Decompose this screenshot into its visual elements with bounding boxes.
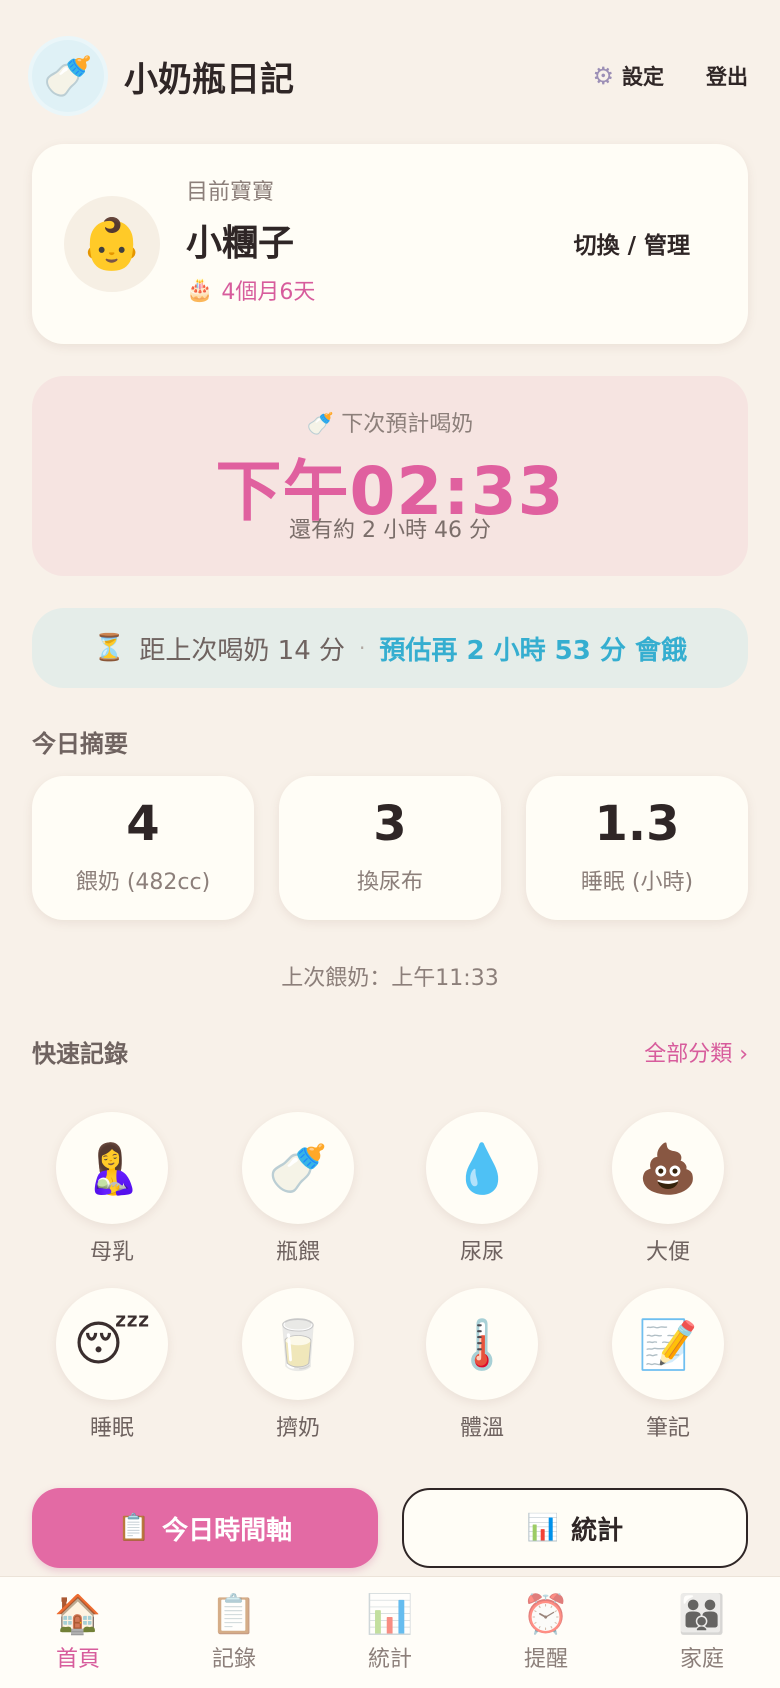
nav-label: 記錄: [211, 1647, 256, 1672]
app-title: 小奶瓶日記: [124, 59, 294, 100]
current-baby-label: 目前寶寶: [186, 180, 275, 205]
bottom-navigation: 🏠 首頁 📋 記錄 📊 統計 ⏰ 提醒 👪 家庭: [0, 1576, 780, 1688]
baby-age-text: 4個月6天: [221, 280, 316, 305]
current-baby-card: 👶 目前寶寶 小糰子 🎂 4個月6天 切換 / 管理: [32, 144, 748, 344]
baby-bottle-icon: 🍼: [242, 1112, 354, 1224]
stat-card-feeding[interactable]: 4 餵奶 (482cc): [32, 776, 254, 920]
quick-item-pee[interactable]: 💧 尿尿: [407, 1112, 557, 1266]
baby-bottle-icon: 🍼: [306, 412, 335, 437]
stats-label: 統計: [571, 1515, 624, 1546]
next-feed-remaining: 還有約 2 小時 46 分: [289, 518, 491, 543]
nav-label: 首頁: [55, 1647, 100, 1672]
quick-item-breastfeeding[interactable]: 🤱 母乳: [37, 1112, 187, 1266]
since-last-feed-bar: ⏳ 距上次喝奶 14 分 · 預估再 2 小時 53 分 會餓: [32, 608, 748, 688]
today-timeline-label: 今日時間軸: [162, 1515, 293, 1546]
clipboard-icon: 📋: [210, 1592, 258, 1636]
quick-item-label: 筆記: [645, 1416, 690, 1441]
nav-item-family[interactable]: 👪 家庭: [624, 1577, 780, 1688]
gear-icon: ⚙: [592, 62, 614, 90]
next-feed-label: 🍼 下次預計喝奶: [32, 406, 748, 438]
separator-dot: ·: [359, 636, 366, 660]
quick-item-label: 大便: [645, 1240, 690, 1265]
droplet-icon: 💧: [426, 1112, 538, 1224]
quick-item-note[interactable]: 📝 筆記: [593, 1288, 743, 1442]
stats-button[interactable]: 📊 統計: [402, 1488, 748, 1568]
quick-item-label: 尿尿: [459, 1240, 504, 1265]
quick-item-label: 睡眠: [89, 1416, 134, 1441]
clipboard-icon: 📋: [117, 1513, 151, 1543]
header-actions: ⚙ 設定 登出: [592, 61, 748, 91]
stat-label: 餵奶 (482cc): [75, 870, 211, 895]
quick-item-label: 體溫: [459, 1416, 504, 1441]
last-feed-time: 上次餵奶：上午11:33: [281, 966, 499, 991]
stat-value: 4: [126, 796, 160, 852]
stat-card-diaper[interactable]: 3 換尿布: [279, 776, 501, 920]
app-header: 🍼 小奶瓶日記 ⚙ 設定 登出: [32, 40, 748, 112]
quick-item-sleep[interactable]: 😴 睡眠: [37, 1288, 187, 1442]
today-summary-title: 今日摘要: [32, 730, 128, 758]
quick-item-label: 擠奶: [275, 1416, 320, 1441]
nav-item-records[interactable]: 📋 記錄: [156, 1577, 312, 1688]
since-last-feed-text: 距上次喝奶 14 分: [139, 635, 346, 666]
quick-item-poop[interactable]: 💩 大便: [593, 1112, 743, 1266]
poop-icon: 💩: [612, 1112, 724, 1224]
baby-age: 🎂 4個月6天: [186, 274, 315, 306]
stat-label: 換尿布: [356, 870, 423, 895]
hourglass-icon: ⏳: [93, 633, 126, 663]
note-icon: 📝: [612, 1288, 724, 1400]
settings-label: 設定: [622, 65, 664, 89]
quick-item-pump[interactable]: 🥛 擠奶: [223, 1288, 373, 1442]
logout-button[interactable]: 登出: [706, 61, 748, 91]
baby-face-avatar-icon: 👶: [64, 196, 160, 292]
bar-chart-icon: 📊: [366, 1592, 414, 1636]
quick-item-label: 瓶餵: [275, 1240, 320, 1265]
alarm-clock-icon: ⏰: [522, 1592, 570, 1636]
quick-record-title: 快速記錄: [32, 1040, 128, 1068]
house-icon: 🏠: [54, 1592, 102, 1636]
glass-of-milk-icon: 🥛: [242, 1288, 354, 1400]
next-feed-card: 🍼 下次預計喝奶 下午02:33 還有約 2 小時 46 分: [32, 376, 748, 576]
nav-label: 統計: [367, 1647, 412, 1672]
nav-item-reminders[interactable]: ⏰ 提醒: [468, 1577, 624, 1688]
nav-label: 家庭: [679, 1647, 724, 1672]
nav-item-stats[interactable]: 📊 統計: [312, 1577, 468, 1688]
stat-card-sleep[interactable]: 1.3 睡眠 (小時): [526, 776, 748, 920]
nav-item-home[interactable]: 🏠 首頁: [0, 1577, 156, 1688]
nav-label: 提醒: [523, 1647, 568, 1672]
breastfeeding-icon: 🤱: [56, 1112, 168, 1224]
bar-chart-icon: 📊: [526, 1513, 560, 1543]
birthday-cake-icon: 🎂: [186, 277, 214, 303]
hunger-estimate-text: 預估再 2 小時 53 分 會餓: [379, 635, 687, 666]
baby-name: 小糰子: [186, 223, 295, 264]
quick-item-temperature[interactable]: 🌡️ 體溫: [407, 1288, 557, 1442]
thermometer-icon: 🌡️: [426, 1288, 538, 1400]
stat-value: 3: [373, 796, 407, 852]
next-feed-label-text: 下次預計喝奶: [341, 412, 474, 437]
sleeping-face-icon: 😴: [56, 1288, 168, 1400]
quick-item-label: 母乳: [89, 1240, 134, 1265]
stat-label: 睡眠 (小時): [580, 870, 694, 895]
all-categories-link[interactable]: 全部分類 ›: [644, 1036, 748, 1068]
quick-item-bottle[interactable]: 🍼 瓶餵: [223, 1112, 373, 1266]
stat-value: 1.3: [594, 796, 680, 852]
family-icon: 👪: [678, 1592, 726, 1636]
switch-manage-button[interactable]: 切換 / 管理: [574, 226, 690, 260]
baby-bottle-logo-icon: 🍼: [32, 40, 104, 112]
settings-button[interactable]: ⚙ 設定: [592, 61, 664, 91]
today-timeline-button[interactable]: 📋 今日時間軸: [32, 1488, 378, 1568]
